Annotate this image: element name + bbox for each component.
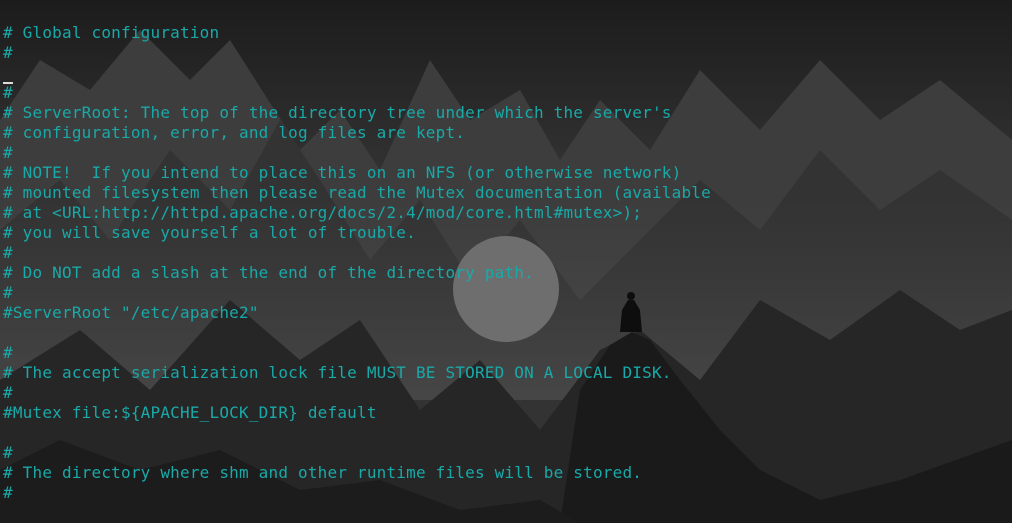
code-line: # — [3, 443, 13, 462]
code-line: #ServerRoot "/etc/apache2" — [3, 303, 259, 322]
code-line: # — [3, 43, 13, 62]
code-line: # The directory where shm and other runt… — [3, 463, 643, 482]
code-line: # ServerRoot: The top of the directory t… — [3, 103, 672, 122]
code-line: # — [3, 243, 13, 262]
code-line: # at <URL:http://httpd.apache.org/docs/2… — [3, 203, 643, 222]
code-line: # — [3, 143, 13, 162]
code-line: # Do NOT add a slash at the end of the d… — [3, 263, 534, 282]
code-line: # mounted filesystem then please read th… — [3, 183, 711, 202]
code-line: # — [3, 283, 13, 302]
code-line: # you will save yourself a lot of troubl… — [3, 223, 416, 242]
code-line: # The accept serialization lock file MUS… — [3, 363, 672, 382]
text-cursor — [3, 82, 13, 84]
terminal-editor[interactable]: # Global configuration # # # ServerRoot:… — [3, 23, 1008, 503]
code-line: # Global configuration — [3, 23, 220, 42]
code-line: # — [3, 83, 13, 102]
code-line: # — [3, 483, 13, 502]
code-line: # — [3, 343, 13, 362]
code-line: #Mutex file:${APACHE_LOCK_DIR} default — [3, 403, 377, 422]
code-line: # configuration, error, and log files ar… — [3, 123, 466, 142]
code-line: # — [3, 383, 13, 402]
code-line: # NOTE! If you intend to place this on a… — [3, 163, 682, 182]
